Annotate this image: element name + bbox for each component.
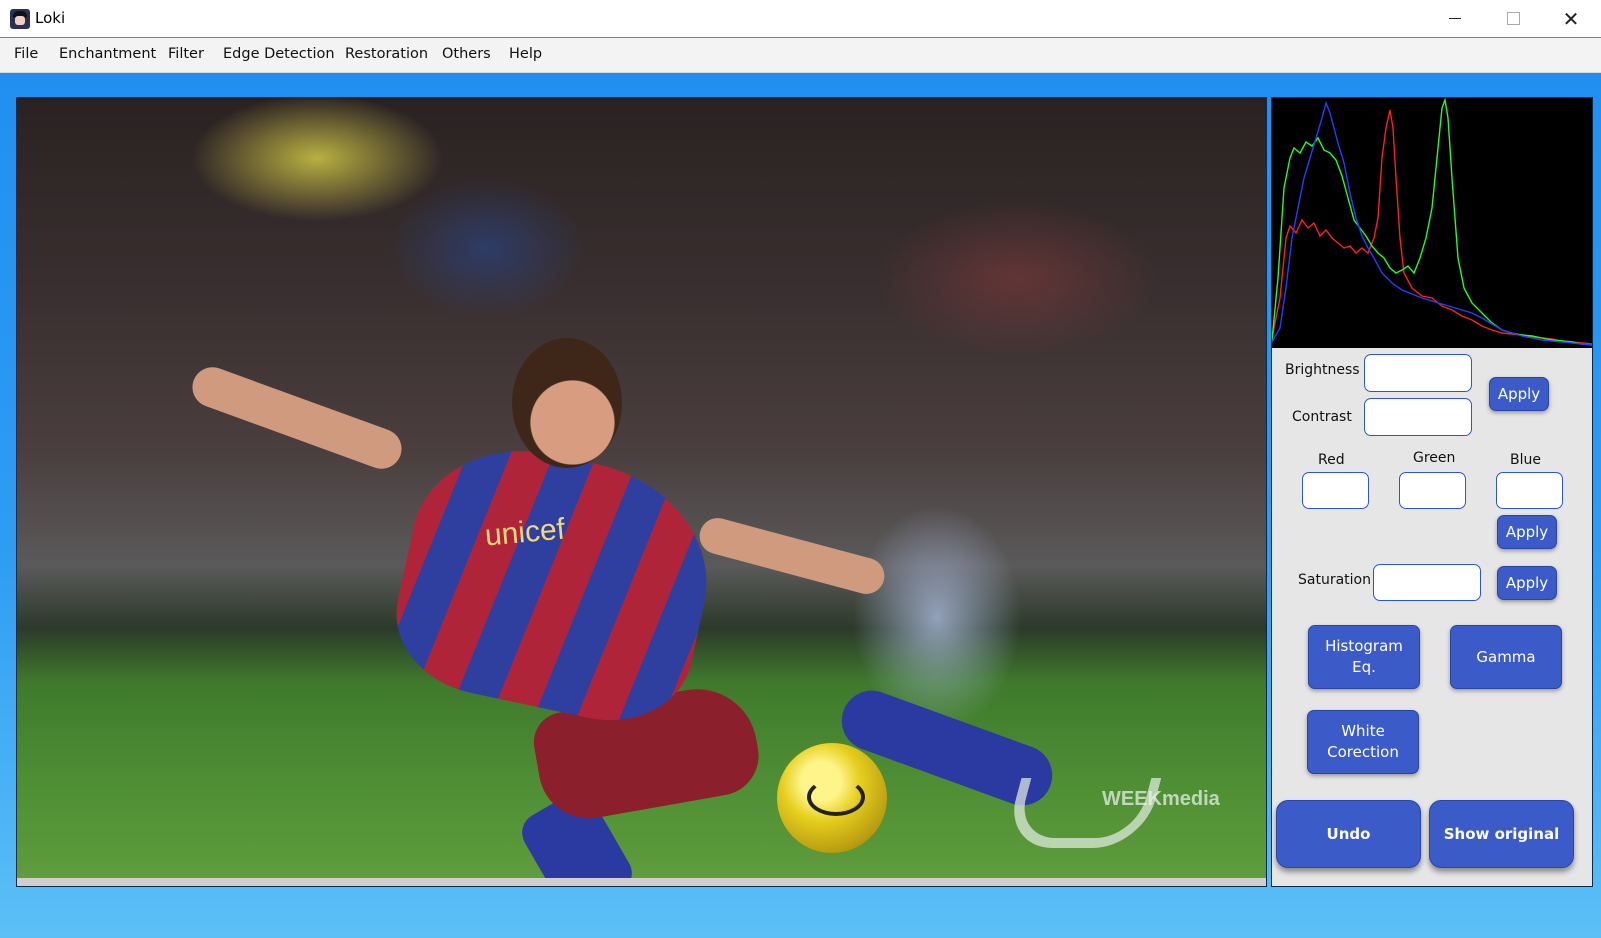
green-input[interactable]: [1399, 472, 1466, 509]
white-correction-button[interactable]: White Corection: [1307, 710, 1419, 774]
blue-input[interactable]: [1496, 472, 1563, 509]
saturation-label: Saturation: [1298, 572, 1371, 588]
menu-filter[interactable]: Filter: [168, 46, 204, 62]
maximize-button[interactable]: [1484, 0, 1542, 37]
contrast-label: Contrast: [1292, 409, 1352, 425]
player-figure: [382, 429, 728, 737]
apply-saturation-button[interactable]: Apply: [1497, 566, 1557, 600]
histogram-green: [1272, 98, 1592, 346]
undo-button[interactable]: Undo: [1276, 800, 1421, 868]
soccer-ball: [777, 743, 887, 853]
app-window: Loki ✕ File Enchantment Filter Edge Dete…: [0, 0, 1601, 938]
menu-edge-detection[interactable]: Edge Detection: [223, 46, 335, 62]
show-original-button[interactable]: Show original: [1429, 800, 1574, 868]
histogram-eq-button[interactable]: Histogram Eq.: [1308, 625, 1420, 689]
apply-brightness-contrast-button[interactable]: Apply: [1489, 377, 1549, 411]
menu-help[interactable]: Help: [509, 46, 542, 62]
menu-file[interactable]: File: [14, 46, 38, 62]
gamma-button[interactable]: Gamma: [1450, 625, 1562, 689]
red-label: Red: [1318, 452, 1345, 468]
menu-others[interactable]: Others: [442, 46, 491, 62]
blue-label: Blue: [1510, 452, 1541, 468]
minimize-icon: [1449, 18, 1461, 19]
green-label: Green: [1413, 450, 1456, 466]
histogram-blue: [1272, 100, 1592, 346]
close-icon: ✕: [1562, 6, 1580, 31]
contrast-input[interactable]: [1364, 398, 1472, 436]
red-input[interactable]: [1302, 472, 1369, 509]
menu-restoration[interactable]: Restoration: [345, 46, 428, 62]
maximize-icon: [1506, 12, 1520, 25]
saturation-input[interactable]: [1373, 564, 1481, 601]
watermark-text: WEEKmedia: [1102, 788, 1220, 810]
menu-bar: File Enchantment Filter Edge Detection R…: [0, 38, 1601, 73]
app-logo-icon: [10, 9, 30, 29]
histogram-red: [1272, 109, 1592, 345]
apply-rgb-button[interactable]: Apply: [1497, 515, 1557, 549]
close-button[interactable]: ✕: [1542, 0, 1600, 37]
control-panel: Brightness Contrast Apply Red Green Blue…: [1271, 97, 1593, 887]
title-bar: Loki ✕: [0, 0, 1601, 38]
histogram-chart: [1272, 98, 1592, 348]
window-title: Loki: [35, 9, 66, 27]
brightness-input[interactable]: [1364, 354, 1472, 392]
minimize-button[interactable]: [1426, 0, 1484, 37]
menu-enchantment[interactable]: Enchantment: [59, 46, 156, 62]
brightness-label: Brightness: [1285, 362, 1360, 378]
jersey-text: unicef: [483, 512, 567, 553]
image-canvas: unicef WEEKmedia: [16, 97, 1267, 887]
photo-display: unicef WEEKmedia: [17, 98, 1266, 886]
